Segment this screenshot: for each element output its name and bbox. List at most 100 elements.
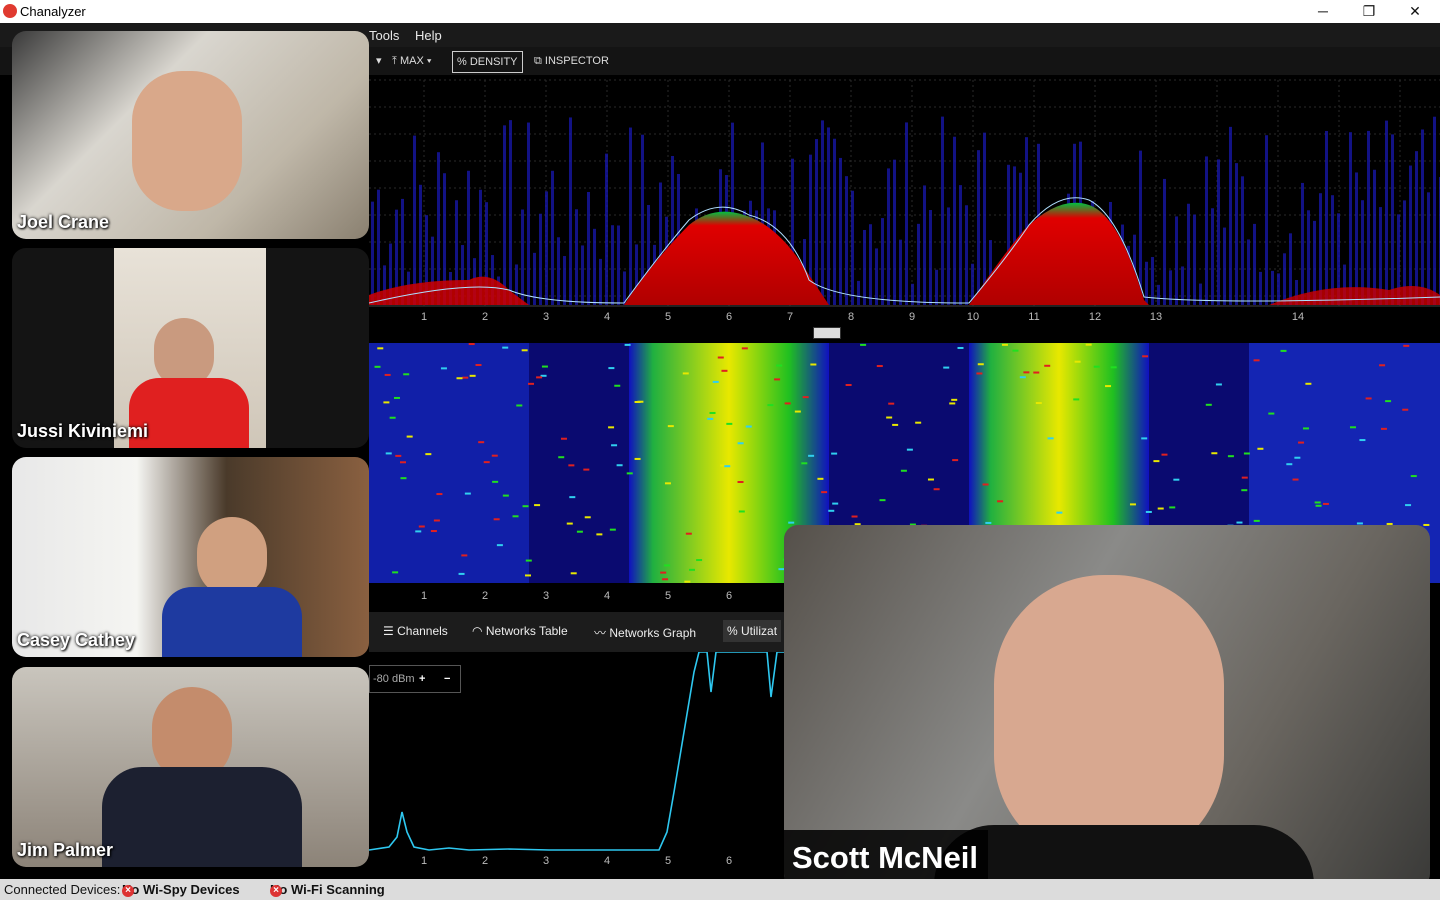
spectrum-spike	[557, 237, 560, 305]
channel-label: 8	[848, 311, 854, 323]
spectrum-spike	[581, 245, 584, 305]
waterfall-speckle	[1093, 365, 1100, 368]
wifi-status-text: No Wi-Fi Scanning	[270, 882, 385, 897]
spectrum-spike	[1427, 192, 1430, 305]
waterfall-speckle	[664, 564, 671, 567]
video-tile-jim-palmer[interactable]: Jim Palmer	[12, 667, 369, 867]
spectrum-spike	[413, 135, 416, 305]
waterfall-speckle	[624, 343, 631, 346]
waterfall-speckle	[403, 373, 410, 376]
channel-label: 11	[1028, 311, 1039, 323]
waterfall-speckle	[502, 346, 509, 349]
max-button[interactable]: ⤒ MAX ▾	[388, 51, 435, 71]
spectrum-spike	[587, 192, 590, 305]
waterfall-speckle	[1012, 349, 1019, 352]
wispy-status: × No Wi-Spy Devices	[122, 882, 240, 897]
dropdown-arrow-icon[interactable]: ▾	[372, 51, 386, 71]
waterfall-speckle	[478, 441, 485, 444]
tab-channels-label: Channels	[397, 624, 448, 638]
restore-button[interactable]: ❐	[1346, 0, 1392, 23]
channel-label: 4	[604, 311, 610, 323]
density-spectrum-svg: 1 2 3 4 5 6 7 8 9 10 11 12 13 14	[368, 79, 1440, 323]
spectrum-spike	[1319, 193, 1322, 305]
waterfall-speckle	[737, 442, 744, 445]
spectrum-spike	[1247, 239, 1250, 305]
waterfall-speckle	[461, 554, 468, 557]
waterfall-speckle	[1073, 398, 1080, 401]
connected-devices-label: Connected Devices:	[4, 882, 121, 897]
spectrum-spike	[917, 223, 920, 305]
menu-tools[interactable]: Tools	[369, 28, 399, 43]
wifi-status: × No Wi-Fi Scanning	[270, 882, 385, 897]
waterfall-speckle	[801, 462, 808, 465]
waterfall-speckle	[1215, 383, 1222, 386]
spectrum-spike	[521, 209, 524, 305]
waterfall-speckle	[576, 530, 583, 533]
tab-networks-graph[interactable]: 〰 Networks Graph	[594, 624, 696, 641]
utilization-axis-labels: 1 2 3 4 5 6	[421, 855, 732, 867]
waterfall-speckle	[584, 516, 591, 519]
video-tile-casey-cathey[interactable]: Casey Cathey	[12, 457, 369, 657]
waterfall-speckle	[415, 530, 422, 533]
waterfall-speckle	[709, 411, 716, 414]
waterfall-speckle	[957, 346, 964, 349]
channel-axis-labels: 1 2 3 4 5 6 7 8 9 10 11 12 13 14	[421, 311, 1304, 323]
spectrum-spike	[851, 190, 854, 305]
waterfall-speckle	[662, 578, 669, 581]
minimize-button[interactable]: ─	[1300, 0, 1346, 23]
waterfall-speckle	[1129, 503, 1136, 506]
waterfall-speckle	[1298, 441, 1305, 444]
wispy-status-text: No Wi-Spy Devices	[122, 882, 240, 897]
spectrum-spike	[935, 269, 938, 305]
waterfall-speckle	[832, 502, 839, 505]
menu-help[interactable]: Help	[415, 28, 442, 43]
video-tile-joel-crane[interactable]: Joel Crane	[12, 31, 369, 239]
waterfall-axis-labels: 1 2 3 4 5 6	[421, 590, 732, 602]
waterfall-speckle	[521, 349, 528, 352]
waterfall-speckle	[566, 522, 573, 525]
waterfall-band-ch1	[369, 343, 529, 583]
spectrum-spike	[1325, 130, 1328, 305]
channel-label: 2	[482, 311, 488, 323]
spectrum-spike	[1421, 129, 1424, 305]
tab-networks-graph-label: Networks Graph	[609, 626, 697, 640]
percent-icon: %	[457, 56, 467, 68]
zoom-out-button[interactable]: −	[444, 666, 450, 692]
close-button[interactable]: ✕	[1392, 0, 1438, 23]
tab-utilization[interactable]: % Utilizat	[723, 620, 782, 642]
spectrum-spike	[1193, 214, 1196, 305]
waterfall-speckle	[1257, 447, 1264, 450]
inspector-button[interactable]: ⧉ INSPECTOR	[530, 51, 613, 71]
waterfall-speckle	[1405, 504, 1412, 507]
waterfall-speckle	[611, 444, 618, 447]
channel-label: 1	[421, 590, 427, 602]
spectrum-spike	[1229, 126, 1232, 305]
spectrum-spike	[965, 205, 968, 305]
participant-video	[994, 575, 1224, 865]
waterfall-speckle	[1315, 504, 1322, 507]
waterfall-speckle	[1349, 426, 1356, 429]
tab-networks-table[interactable]: ◠ Networks Table	[472, 624, 568, 638]
waterfall-speckle	[1173, 478, 1180, 481]
video-tile-jussi-kiviniemi[interactable]: Jussi Kiviniemi	[12, 248, 369, 448]
waterfall-speckle	[860, 343, 867, 346]
video-tile-scott-mcneil[interactable]: Scott McNeil	[784, 525, 1430, 888]
spectrum-spike	[1259, 271, 1262, 305]
waterfall-speckle	[845, 384, 852, 387]
waterfall-speckle	[558, 456, 565, 459]
splitter-handle[interactable]	[813, 327, 841, 339]
spectrum-spike	[983, 132, 986, 305]
waterfall-speckle	[596, 533, 603, 536]
tab-channels[interactable]: ☰ Channels	[383, 624, 448, 638]
density-button[interactable]: % DENSITY	[452, 51, 523, 73]
spectrum-spike	[821, 120, 824, 305]
spectrum-spike	[1217, 159, 1220, 305]
spectrum-spike	[1205, 156, 1208, 305]
spectrum-spike	[929, 210, 932, 305]
waterfall-speckle	[712, 380, 719, 383]
spectrum-spike	[887, 168, 890, 305]
spectrum-spike	[1355, 172, 1358, 305]
waterfall-speckle	[667, 425, 674, 428]
zoom-in-button[interactable]: +	[419, 666, 425, 692]
waterfall-speckle	[464, 492, 471, 495]
